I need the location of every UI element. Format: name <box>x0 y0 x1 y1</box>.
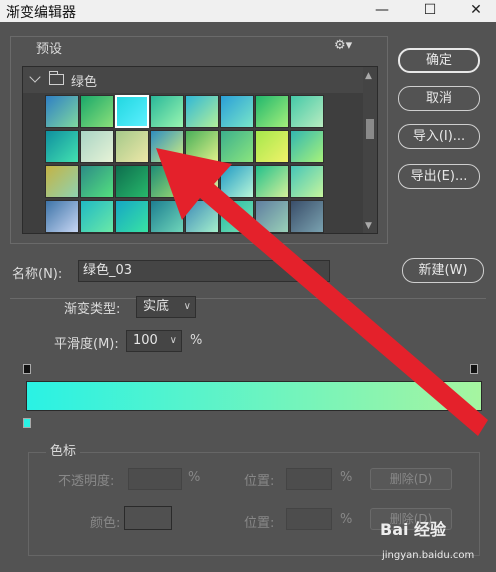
smoothness-select[interactable]: 100 ∨ <box>126 330 182 352</box>
position-label-2: 位置: <box>244 516 275 531</box>
gradient-swatch[interactable] <box>255 165 289 198</box>
gradient-swatch[interactable] <box>45 95 79 128</box>
gradient-swatch[interactable] <box>290 200 324 233</box>
gradient-type-value: 实底 <box>143 299 170 314</box>
gradient-swatch[interactable] <box>150 200 184 233</box>
gradient-swatch[interactable] <box>80 95 114 128</box>
gradient-swatch[interactable] <box>45 200 79 233</box>
opacity-label: 不透明度: <box>58 474 115 489</box>
gradient-swatch[interactable] <box>185 95 219 128</box>
gear-icon[interactable]: ⚙▾ <box>334 38 352 53</box>
position-input-2[interactable] <box>286 508 332 530</box>
chevron-down-icon: ∨ <box>183 301 191 312</box>
gradient-swatch[interactable] <box>150 95 184 128</box>
gradient-swatch[interactable] <box>290 130 324 163</box>
presets-scrollbar[interactable]: ▲ ▼ <box>363 67 377 233</box>
chevron-down-icon[interactable] <box>29 71 41 83</box>
cancel-button[interactable]: 取消 <box>398 86 480 111</box>
watermark: Bai 经验 jingyan.baidu.com <box>378 516 494 570</box>
position-input-1[interactable] <box>286 468 332 490</box>
gradient-swatch[interactable] <box>185 165 219 198</box>
smoothness-value: 100 <box>133 333 158 348</box>
gradient-swatch[interactable] <box>115 130 149 163</box>
gradient-swatch[interactable] <box>80 200 114 233</box>
presets-label: 预设 <box>36 42 63 57</box>
color-swatch[interactable] <box>124 506 172 530</box>
delete-button-1[interactable]: 删除(D) <box>370 468 452 490</box>
gradient-swatch[interactable] <box>290 165 324 198</box>
presets-list: 绿色 ▲ ▼ <box>22 66 378 234</box>
chevron-down-icon: ∨ <box>169 335 177 346</box>
gradient-preview-bar[interactable] <box>26 381 482 411</box>
gradient-swatch[interactable] <box>290 95 324 128</box>
gradient-swatch[interactable] <box>220 130 254 163</box>
gradient-swatch[interactable] <box>220 200 254 233</box>
gradient-swatch[interactable] <box>115 95 149 128</box>
gradient-swatch[interactable] <box>150 165 184 198</box>
opacity-input[interactable] <box>128 468 182 490</box>
gradient-swatch[interactable] <box>150 130 184 163</box>
gradient-swatch[interactable] <box>80 130 114 163</box>
position-unit-2: % <box>340 512 353 527</box>
opacity-stop-right[interactable] <box>470 364 478 374</box>
import-button[interactable]: 导入(I)... <box>398 124 480 149</box>
gradient-swatch[interactable] <box>255 200 289 233</box>
scroll-down-icon[interactable]: ▼ <box>365 221 372 231</box>
name-input[interactable]: 绿色_03 <box>78 260 330 282</box>
watermark-url: jingyan.baidu.com <box>382 550 475 561</box>
gradient-swatch[interactable] <box>45 130 79 163</box>
gradient-swatch[interactable] <box>220 165 254 198</box>
gradient-type-label: 渐变类型: <box>64 302 121 317</box>
gradient-swatch[interactable] <box>80 165 114 198</box>
maximize-button[interactable]: ☐ <box>410 0 450 22</box>
window-title: 渐变编辑器 <box>6 5 76 21</box>
folder-row-green[interactable]: 绿色 <box>23 67 363 93</box>
folder-name: 绿色 <box>71 75 98 90</box>
title-bar: 渐变编辑器 — ☐ ✕ <box>0 0 496 22</box>
smoothness-label: 平滑度(M): <box>54 337 119 352</box>
position-unit-1: % <box>340 470 353 485</box>
gradient-swatch[interactable] <box>185 200 219 233</box>
ok-button[interactable]: 确定 <box>398 48 480 73</box>
watermark-logo: Bai 经验 <box>380 520 447 539</box>
color-label: 颜色: <box>90 516 121 531</box>
color-stop-left[interactable] <box>23 418 31 428</box>
minimize-button[interactable]: — <box>362 0 402 22</box>
scroll-up-icon[interactable]: ▲ <box>365 71 372 81</box>
scroll-thumb[interactable] <box>366 119 374 139</box>
gradient-swatch[interactable] <box>255 95 289 128</box>
name-label: 名称(N): <box>12 267 63 282</box>
gradient-swatch-grid <box>45 95 331 233</box>
new-button[interactable]: 新建(W) <box>402 258 484 283</box>
color-stops-label: 色标 <box>46 440 81 459</box>
gradient-swatch[interactable] <box>115 165 149 198</box>
opacity-unit: % <box>188 470 201 485</box>
opacity-stop-left[interactable] <box>23 364 31 374</box>
gradient-swatch[interactable] <box>255 130 289 163</box>
gradient-swatch[interactable] <box>220 95 254 128</box>
smoothness-unit: % <box>190 333 203 348</box>
export-button[interactable]: 导出(E)... <box>398 164 480 189</box>
gradient-swatch[interactable] <box>115 200 149 233</box>
color-stop-right[interactable] <box>470 418 478 428</box>
gradient-swatch[interactable] <box>45 165 79 198</box>
folder-icon <box>49 71 64 85</box>
position-label-1: 位置: <box>244 474 275 489</box>
gradient-swatch[interactable] <box>185 130 219 163</box>
gradient-type-select[interactable]: 实底 ∨ <box>136 296 196 318</box>
close-button[interactable]: ✕ <box>456 0 496 22</box>
